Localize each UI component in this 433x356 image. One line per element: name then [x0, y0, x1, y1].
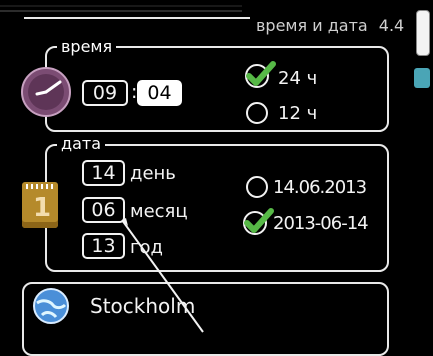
- radio-icon[interactable]: [246, 102, 268, 124]
- radio-icon[interactable]: [246, 176, 268, 198]
- hours-field[interactable]: 09: [82, 80, 128, 106]
- globe-icon: [33, 288, 69, 324]
- format-12h-label[interactable]: 12 ч: [278, 103, 317, 124]
- date-format-iso-label[interactable]: 2013-06-14: [273, 213, 369, 234]
- minutes-field[interactable]: 04: [137, 80, 182, 106]
- side-tool-icon: [414, 68, 430, 88]
- check-icon[interactable]: [241, 207, 275, 235]
- time-legend: время: [57, 37, 117, 56]
- cursor-pointer-line: [121, 218, 204, 333]
- date-legend: дата: [57, 134, 105, 153]
- header-divider: [24, 17, 250, 19]
- calendar-day: 1: [33, 193, 52, 223]
- page-id: 4.4: [378, 16, 405, 35]
- check-icon[interactable]: [243, 60, 277, 88]
- clock-icon: [21, 67, 71, 117]
- format-24h-label[interactable]: 24 ч: [278, 68, 317, 89]
- decor-line: [0, 10, 242, 12]
- day-label: день: [130, 163, 176, 184]
- decor-line: [0, 5, 242, 7]
- page-title-text: время и дата: [256, 16, 368, 35]
- page-title: время и дата 4.4: [256, 16, 404, 35]
- day-field[interactable]: 14: [82, 160, 125, 186]
- date-format-dmy-label[interactable]: 14.06.2013: [273, 177, 367, 198]
- scroll-indicator-icon[interactable]: [416, 10, 430, 56]
- calendar-icon: 1: [22, 182, 58, 228]
